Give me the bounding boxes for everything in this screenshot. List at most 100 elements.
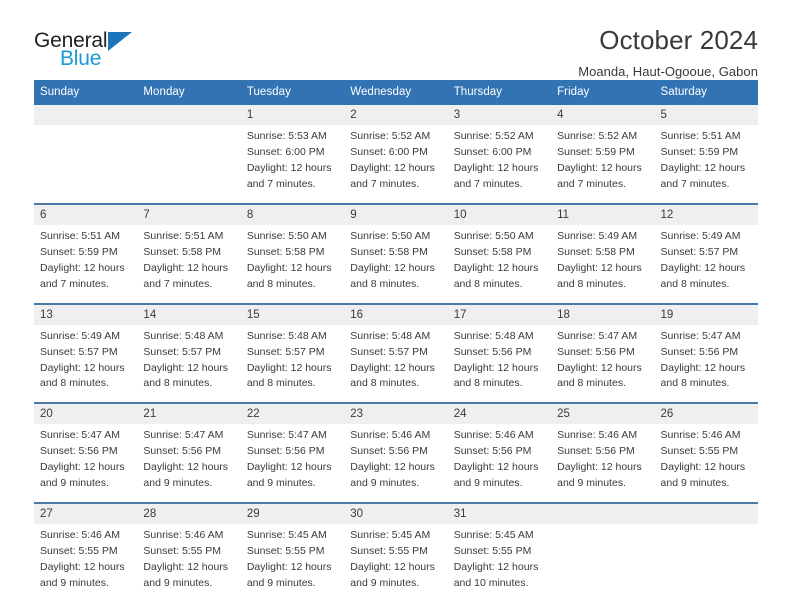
calendar-container: Sunday Monday Tuesday Wednesday Thursday…: [34, 80, 758, 603]
day-number-cell[interactable]: 7: [137, 202, 241, 225]
day-number-cell[interactable]: 27: [34, 502, 138, 525]
day-detail-cell[interactable]: Sunrise: 5:51 AM Sunset: 5:58 PM Daylight:…: [137, 224, 241, 304]
sunset-text: Sunset: 5:56 PM: [40, 445, 118, 458]
week-detail-row: Sunrise: 5:51 AM Sunset: 5:59 PM Daylight:…: [34, 224, 758, 304]
daylight-line2-text: and 9 minutes.: [350, 577, 420, 590]
daylight-line2-text: and 8 minutes.: [453, 277, 523, 290]
daylight-line1-text: Daylight: 12 hours: [246, 161, 332, 174]
day-detail-cell[interactable]: Sunrise: 5:53 AM Sunset: 6:00 PM Daylight:…: [240, 125, 345, 204]
daylight-line1-text: Daylight: 12 hours: [660, 361, 746, 374]
day-detail-cell[interactable]: Sunrise: 5:48 AM Sunset: 5:57 PM Daylight:…: [344, 324, 448, 404]
day-detail-cell[interactable]: Sunrise: 5:48 AM Sunset: 5:56 PM Daylight:…: [447, 324, 552, 404]
location-subtitle: Moanda, Haut-Ogooue, Gabon: [578, 63, 758, 79]
day-number-cell[interactable]: 21: [137, 402, 241, 425]
day-detail-cell[interactable]: Sunrise: 5:47 AM Sunset: 5:56 PM Daylight:…: [137, 424, 241, 504]
general-blue-logo[interactable]: General Blue: [34, 26, 133, 69]
sunrise-text: Sunrise: 5:46 AM: [350, 429, 431, 442]
day-number-cell[interactable]: 28: [137, 502, 241, 525]
day-detail-cell[interactable]: Sunrise: 5:52 AM Sunset: 6:00 PM Daylight:…: [447, 125, 552, 204]
day-number-cell[interactable]: 24: [447, 402, 552, 425]
day-detail-cell[interactable]: Sunrise: 5:49 AM Sunset: 5:58 PM Daylight:…: [551, 224, 655, 304]
day-detail-cell[interactable]: Sunrise: 5:48 AM Sunset: 5:57 PM Daylight:…: [137, 324, 241, 404]
sunset-text: Sunset: 5:55 PM: [350, 545, 428, 558]
day-number-cell[interactable]: 30: [344, 502, 448, 525]
day-number-cell[interactable]: 17: [447, 302, 552, 325]
sunrise-text: Sunrise: 5:47 AM: [557, 329, 638, 342]
sunrise-text: Sunrise: 5:51 AM: [143, 229, 224, 242]
daylight-line2-text: and 7 minutes.: [40, 277, 109, 290]
day-detail-cell[interactable]: Sunrise: 5:45 AM Sunset: 5:55 PM Daylight:…: [447, 524, 552, 603]
sunset-text: Sunset: 5:58 PM: [246, 245, 325, 258]
page-title: October 2024: [599, 25, 758, 55]
sunrise-text: Sunrise: 5:48 AM: [453, 329, 534, 342]
day-number-cell[interactable]: 20: [34, 402, 138, 425]
day-detail-cell[interactable]: Sunrise: 5:50 AM Sunset: 5:58 PM Daylight:…: [344, 224, 448, 304]
week-number-row: 6 7 8 9 10 11 12: [34, 202, 758, 225]
day-number-cell[interactable]: 23: [344, 402, 448, 425]
day-number-cell[interactable]: 18: [551, 302, 655, 325]
day-number-cell[interactable]: 4: [551, 105, 655, 125]
day-detail-cell[interactable]: Sunrise: 5:50 AM Sunset: 5:58 PM Daylight:…: [240, 224, 345, 304]
day-detail-cell[interactable]: Sunrise: 5:48 AM Sunset: 5:57 PM Daylight:…: [240, 324, 345, 404]
day-number-cell[interactable]: 1: [240, 105, 345, 125]
day-detail-cell[interactable]: Sunrise: 5:47 AM Sunset: 5:56 PM Daylight:…: [551, 324, 655, 404]
day-detail-cell[interactable]: Sunrise: 5:45 AM Sunset: 5:55 PM Daylight:…: [344, 524, 448, 603]
daylight-line1-text: Daylight: 12 hours: [246, 361, 332, 374]
day-number-cell[interactable]: 31: [447, 502, 552, 525]
sunset-text: Sunset: 6:00 PM: [246, 145, 325, 158]
day-detail-cell[interactable]: Sunrise: 5:52 AM Sunset: 5:59 PM Daylight:…: [551, 125, 655, 204]
daylight-line1-text: Daylight: 12 hours: [660, 261, 746, 274]
day-number-cell[interactable]: 16: [344, 302, 448, 325]
day-number-cell[interactable]: 19: [654, 302, 758, 325]
daylight-line2-text: and 9 minutes.: [40, 577, 109, 590]
sunrise-text: Sunrise: 5:52 AM: [557, 130, 638, 142]
sunset-text: Sunset: 5:58 PM: [557, 245, 635, 258]
day-number-cell[interactable]: 22: [240, 402, 345, 425]
day-detail-cell[interactable]: Sunrise: 5:45 AM Sunset: 5:55 PM Daylight:…: [240, 524, 345, 603]
day-detail-cell[interactable]: Sunrise: 5:46 AM Sunset: 5:56 PM Daylight:…: [447, 424, 552, 504]
daylight-line2-text: and 9 minutes.: [143, 477, 213, 490]
daylight-line1-text: Daylight: 12 hours: [453, 561, 539, 574]
day-number-cell[interactable]: 11: [551, 202, 655, 225]
day-detail-cell[interactable]: Sunrise: 5:51 AM Sunset: 5:59 PM Daylight:…: [34, 224, 138, 304]
day-detail-cell[interactable]: Sunrise: 5:46 AM Sunset: 5:55 PM Daylight:…: [654, 424, 758, 504]
day-number-cell[interactable]: 5: [654, 105, 758, 125]
sunrise-text: Sunrise: 5:49 AM: [660, 229, 741, 242]
day-detail-cell[interactable]: Sunrise: 5:46 AM Sunset: 5:56 PM Daylight:…: [551, 424, 655, 504]
sunrise-text: Sunrise: 5:51 AM: [660, 130, 741, 142]
day-detail-cell[interactable]: Sunrise: 5:47 AM Sunset: 5:56 PM Daylight:…: [654, 324, 758, 404]
week-number-row: 13 14 15 16 17 18 19: [34, 302, 758, 325]
day-number-cell[interactable]: 3: [447, 105, 552, 125]
day-detail-cell[interactable]: Sunrise: 5:46 AM Sunset: 5:55 PM Daylight:…: [34, 524, 138, 603]
day-number-cell[interactable]: 14: [137, 302, 241, 325]
daylight-line2-text: and 9 minutes.: [557, 477, 626, 490]
day-detail-cell[interactable]: Sunrise: 5:47 AM Sunset: 5:56 PM Daylight:…: [240, 424, 345, 504]
daylight-line1-text: Daylight: 12 hours: [660, 461, 746, 474]
sunset-text: Sunset: 5:57 PM: [40, 345, 118, 358]
daylight-line2-text: and 7 minutes.: [660, 177, 730, 190]
day-number-cell[interactable]: 25: [551, 402, 655, 425]
day-detail-cell[interactable]: Sunrise: 5:46 AM Sunset: 5:56 PM Daylight:…: [344, 424, 448, 504]
day-number-cell[interactable]: 8: [240, 202, 345, 225]
day-detail-cell[interactable]: Sunrise: 5:46 AM Sunset: 5:55 PM Daylight:…: [137, 524, 241, 603]
day-number-cell[interactable]: 29: [240, 502, 345, 525]
daylight-line2-text: and 7 minutes.: [350, 177, 420, 190]
day-number-cell[interactable]: 13: [34, 302, 138, 325]
day-number-cell[interactable]: 2: [344, 105, 448, 125]
day-number-cell[interactable]: 6: [34, 202, 138, 225]
day-detail-cell[interactable]: Sunrise: 5:47 AM Sunset: 5:56 PM Daylight:…: [34, 424, 138, 504]
day-number-cell[interactable]: 10: [447, 202, 552, 225]
day-detail-cell[interactable]: Sunrise: 5:50 AM Sunset: 5:58 PM Daylight:…: [447, 224, 552, 304]
sunrise-text: Sunrise: 5:52 AM: [453, 130, 534, 142]
sunrise-text: Sunrise: 5:50 AM: [246, 229, 327, 242]
day-number-cell[interactable]: 15: [240, 302, 345, 325]
day-detail-cell[interactable]: Sunrise: 5:51 AM Sunset: 5:59 PM Daylight:…: [654, 125, 758, 204]
day-number-cell[interactable]: 26: [654, 402, 758, 425]
day-detail-cell[interactable]: Sunrise: 5:49 AM Sunset: 5:57 PM Daylight:…: [654, 224, 758, 304]
sunset-text: Sunset: 5:56 PM: [143, 445, 222, 458]
day-detail-cell[interactable]: Sunrise: 5:52 AM Sunset: 6:00 PM Daylight:…: [344, 125, 448, 204]
day-number-cell[interactable]: 12: [654, 202, 758, 225]
day-detail-cell[interactable]: Sunrise: 5:49 AM Sunset: 5:57 PM Daylight:…: [34, 324, 138, 404]
day-number-cell[interactable]: 9: [344, 202, 448, 225]
daylight-line1-text: Daylight: 12 hours: [246, 461, 332, 474]
